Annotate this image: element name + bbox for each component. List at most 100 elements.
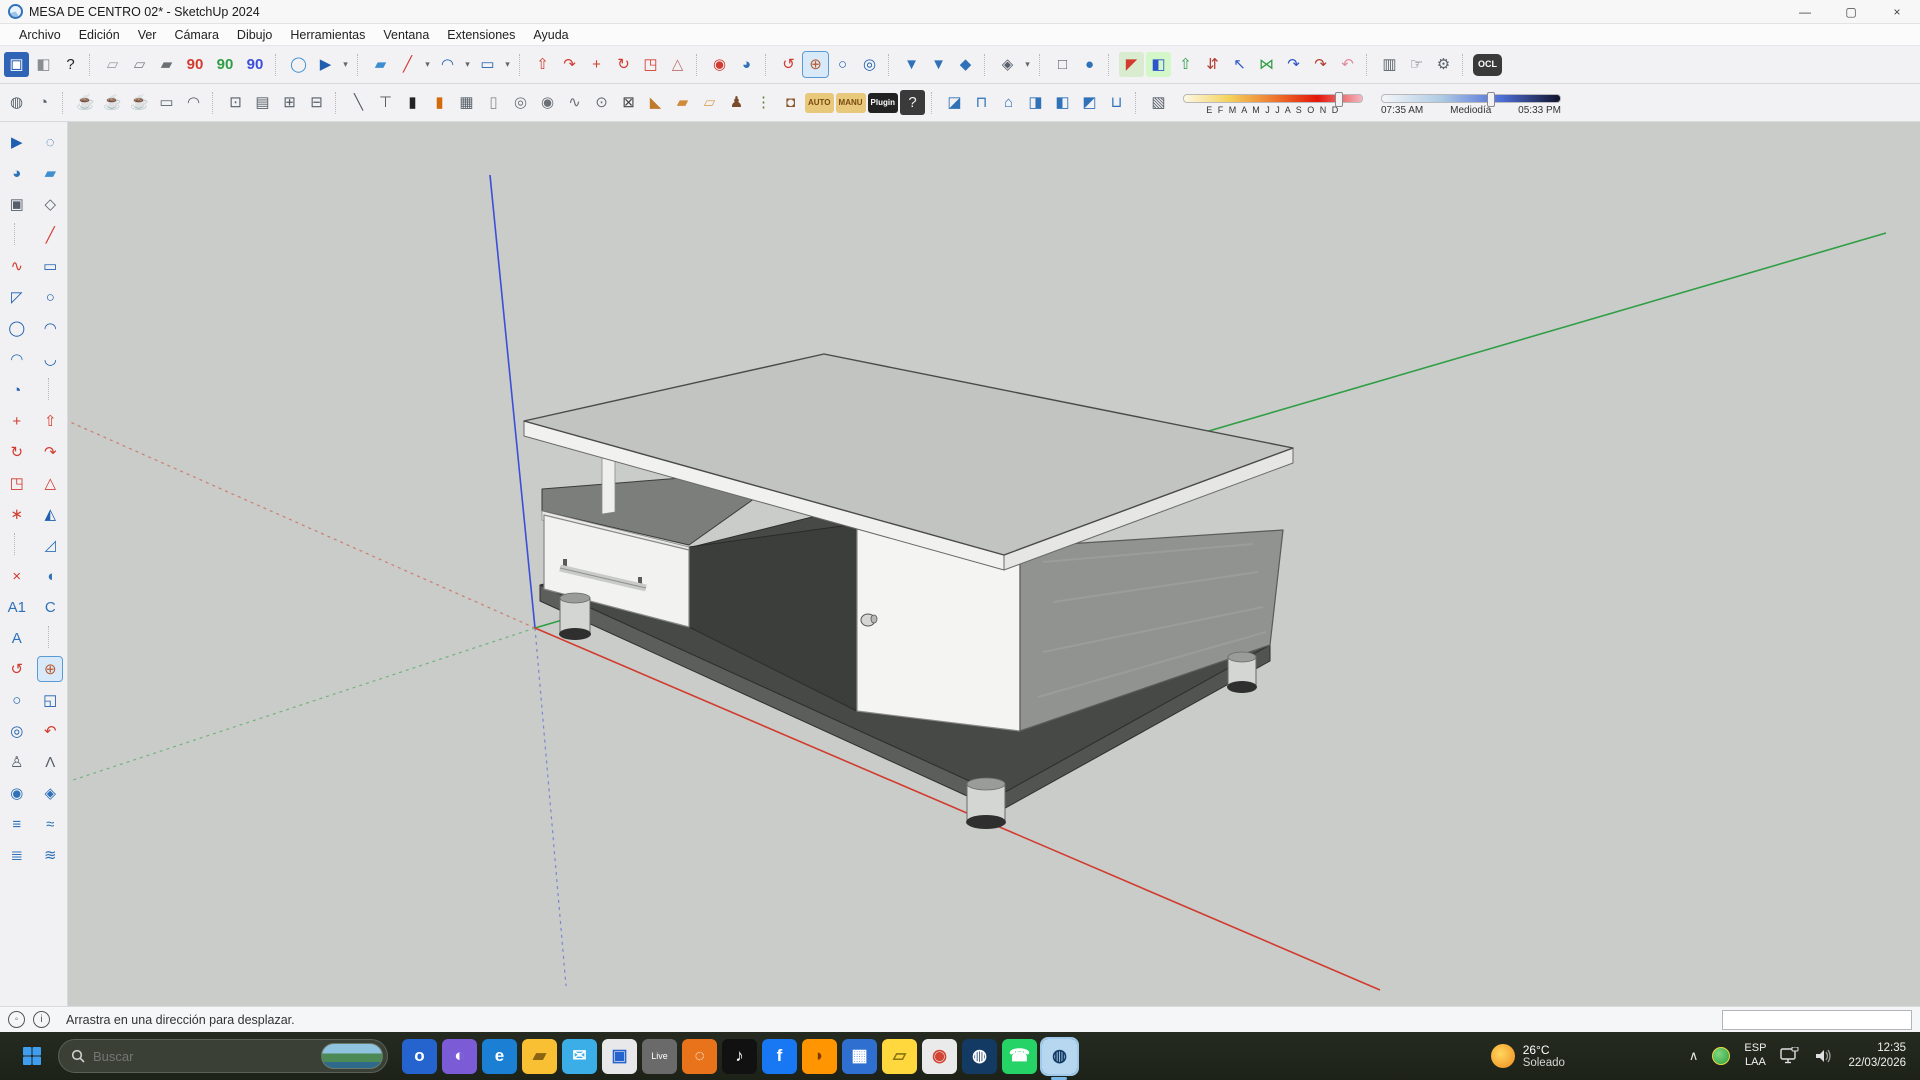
model-box-icon[interactable]: ◧ (31, 52, 56, 77)
outlet-icon[interactable]: ⊙ (589, 90, 614, 115)
table-leg-right[interactable] (1227, 652, 1257, 693)
intersect-icon[interactable]: ∗ (5, 502, 29, 526)
pushpull-icon[interactable]: ⇧ (38, 409, 62, 433)
pie-tool-icon[interactable]: ◔ (5, 378, 29, 402)
rotated-rectangle-icon[interactable]: ◸ (5, 285, 29, 309)
edge-icon[interactable]: e (482, 1039, 517, 1074)
menu-extensiones[interactable]: Extensiones (438, 28, 524, 42)
sandbox-icon-4[interactable]: ≋ (38, 843, 62, 867)
coffee-table-model[interactable] (524, 354, 1293, 829)
firefox-icon[interactable]: ◗ (802, 1039, 837, 1074)
spring-icon[interactable]: ∿ (562, 90, 587, 115)
pencil-dropdown-caret[interactable]: ▾ (422, 52, 433, 77)
section-dropdown-caret[interactable]: ▾ (1022, 52, 1033, 77)
extension-warehouse-icon[interactable]: ◆ (953, 52, 978, 77)
tape-measure-icon[interactable]: ◿ (38, 533, 62, 557)
barrel-icon[interactable]: ◘ (778, 90, 803, 115)
shadow-time-slider-thumb[interactable] (1487, 92, 1495, 107)
bottles-icon[interactable]: ⋮ (751, 90, 776, 115)
taskbar-clock[interactable]: 12:35 22/03/2026 (1848, 1041, 1906, 1071)
dotted-frame-icon[interactable]: ⊡ (223, 90, 248, 115)
plugin-arrows-updown-icon[interactable]: ⇵ (1200, 52, 1225, 77)
face-plane-icon-2[interactable]: ▱ (127, 52, 152, 77)
orange-panel-icon[interactable]: ▮ (427, 90, 452, 115)
chrome-icon[interactable]: ◉ (922, 1039, 957, 1074)
tiktok-icon[interactable]: ♪ (722, 1039, 757, 1074)
knife-icon[interactable]: ╲ (346, 90, 371, 115)
menu-ver[interactable]: Ver (129, 28, 166, 42)
teapot-shaded-icon[interactable]: ☕ (127, 90, 152, 115)
walk-icon[interactable]: Λ (38, 750, 62, 774)
rectangle-tool-icon[interactable]: ▭ (38, 254, 62, 278)
previous-view-icon[interactable]: ↶ (38, 719, 62, 743)
position-camera-icon[interactable]: ♙ (5, 750, 29, 774)
maximize-button[interactable]: ▢ (1828, 0, 1874, 23)
wood-plank-icon[interactable]: ▰ (670, 90, 695, 115)
menu-dibujo[interactable]: Dibujo (228, 28, 281, 42)
whatsapp-icon[interactable]: ☎ (1002, 1039, 1037, 1074)
zoom-extents-icon[interactable]: ◎ (5, 719, 29, 743)
polygon-tool-icon[interactable]: ◯ (5, 316, 29, 340)
search-highlight-image[interactable] (321, 1043, 383, 1069)
orange-app-icon[interactable]: ◌ (682, 1039, 717, 1074)
round-icon-2[interactable]: ◉ (535, 90, 560, 115)
frame-icon-1[interactable]: ▭ (154, 90, 179, 115)
dimension-icon[interactable]: × (5, 564, 29, 588)
view-back-icon[interactable]: ◧ (1050, 90, 1075, 115)
pencil-icon[interactable]: ╱ (395, 52, 420, 77)
move-icon[interactable]: + (584, 52, 609, 77)
offset-icon[interactable]: △ (38, 471, 62, 495)
look-around-icon[interactable]: ◉ (5, 781, 29, 805)
frame-icon-2[interactable]: ⊞ (277, 90, 302, 115)
warehouse-icon-2[interactable]: ▼ (926, 52, 951, 77)
gear-icon[interactable]: ⚙ (1431, 52, 1456, 77)
two-point-arc-icon[interactable]: ◠ (5, 347, 29, 371)
angle-red-label[interactable]: 90 (181, 52, 209, 77)
rotate-icon[interactable]: ↻ (5, 440, 29, 464)
view-front-icon[interactable]: ⌂ (996, 90, 1021, 115)
eraser-icon[interactable]: ▰ (368, 52, 393, 77)
plugin-arrow-curve-pink-icon[interactable]: ↶ (1335, 52, 1360, 77)
line-tool-icon[interactable]: ╱ (38, 223, 62, 247)
shadow-date-slider-thumb[interactable] (1335, 92, 1343, 107)
calculator-icon[interactable]: ▦ (842, 1039, 877, 1074)
section-plane-icon[interactable]: ◈ (995, 52, 1020, 77)
lasso-select-icon[interactable]: ◌ (38, 130, 62, 154)
menu-ventana[interactable]: Ventana (374, 28, 438, 42)
style-circle-icon-2[interactable]: ◔ (31, 90, 56, 115)
network-monitor-icon[interactable] (1780, 1047, 1800, 1065)
move-icon[interactable]: + (5, 409, 29, 433)
tray-chevron-icon[interactable]: ∧ (1689, 1048, 1699, 1064)
add-location-icon[interactable]: ● (1077, 52, 1102, 77)
plugin-flag-icon[interactable]: ◤ (1119, 52, 1144, 77)
figure-icon[interactable]: ♟ (724, 90, 749, 115)
tag-icon[interactable]: ◇ (38, 192, 62, 216)
menu-camara[interactable]: Cámara (165, 28, 227, 42)
geolocation-icon[interactable]: ◦ (8, 1011, 25, 1028)
arc-dropdown-caret[interactable]: ▾ (462, 52, 473, 77)
scale-dark-icon[interactable]: ⊠ (616, 90, 641, 115)
column-icon[interactable]: ▯ (481, 90, 506, 115)
followme-icon[interactable]: ↷ (557, 52, 582, 77)
sketchup-tile-icon[interactable]: ◍ (962, 1039, 997, 1074)
mail-icon[interactable]: ✉ (562, 1039, 597, 1074)
orbit-icon[interactable]: ↺ (776, 52, 801, 77)
offset-icon[interactable]: △ (665, 52, 690, 77)
info-icon[interactable]: i (33, 1011, 50, 1028)
facebook-icon[interactable]: f (762, 1039, 797, 1074)
new-document-icon[interactable]: □ (1050, 52, 1075, 77)
search-input[interactable] (93, 1049, 313, 1064)
window-frame-icon[interactable]: ▤ (250, 90, 275, 115)
select-dropdown-caret[interactable]: ▾ (340, 52, 351, 77)
plugin-arrow-curve-red-icon[interactable]: ↷ (1308, 52, 1333, 77)
teapot-wireframe-icon[interactable]: ☕ (100, 90, 125, 115)
menu-edicion[interactable]: Edición (70, 28, 129, 42)
circle-tool-icon[interactable]: ○ (38, 285, 62, 309)
wood-panel-icon[interactable]: ▱ (697, 90, 722, 115)
zoom-tool-icon[interactable]: ○ (5, 688, 29, 712)
plugin-arrows-up-icon[interactable]: ⇧ (1173, 52, 1198, 77)
plugin-face-icon[interactable]: ◧ (1146, 52, 1171, 77)
rectangle-tool-icon[interactable]: ▭ (475, 52, 500, 77)
shadow-time-slider[interactable] (1381, 94, 1561, 103)
menu-archivo[interactable]: Archivo (10, 28, 70, 42)
